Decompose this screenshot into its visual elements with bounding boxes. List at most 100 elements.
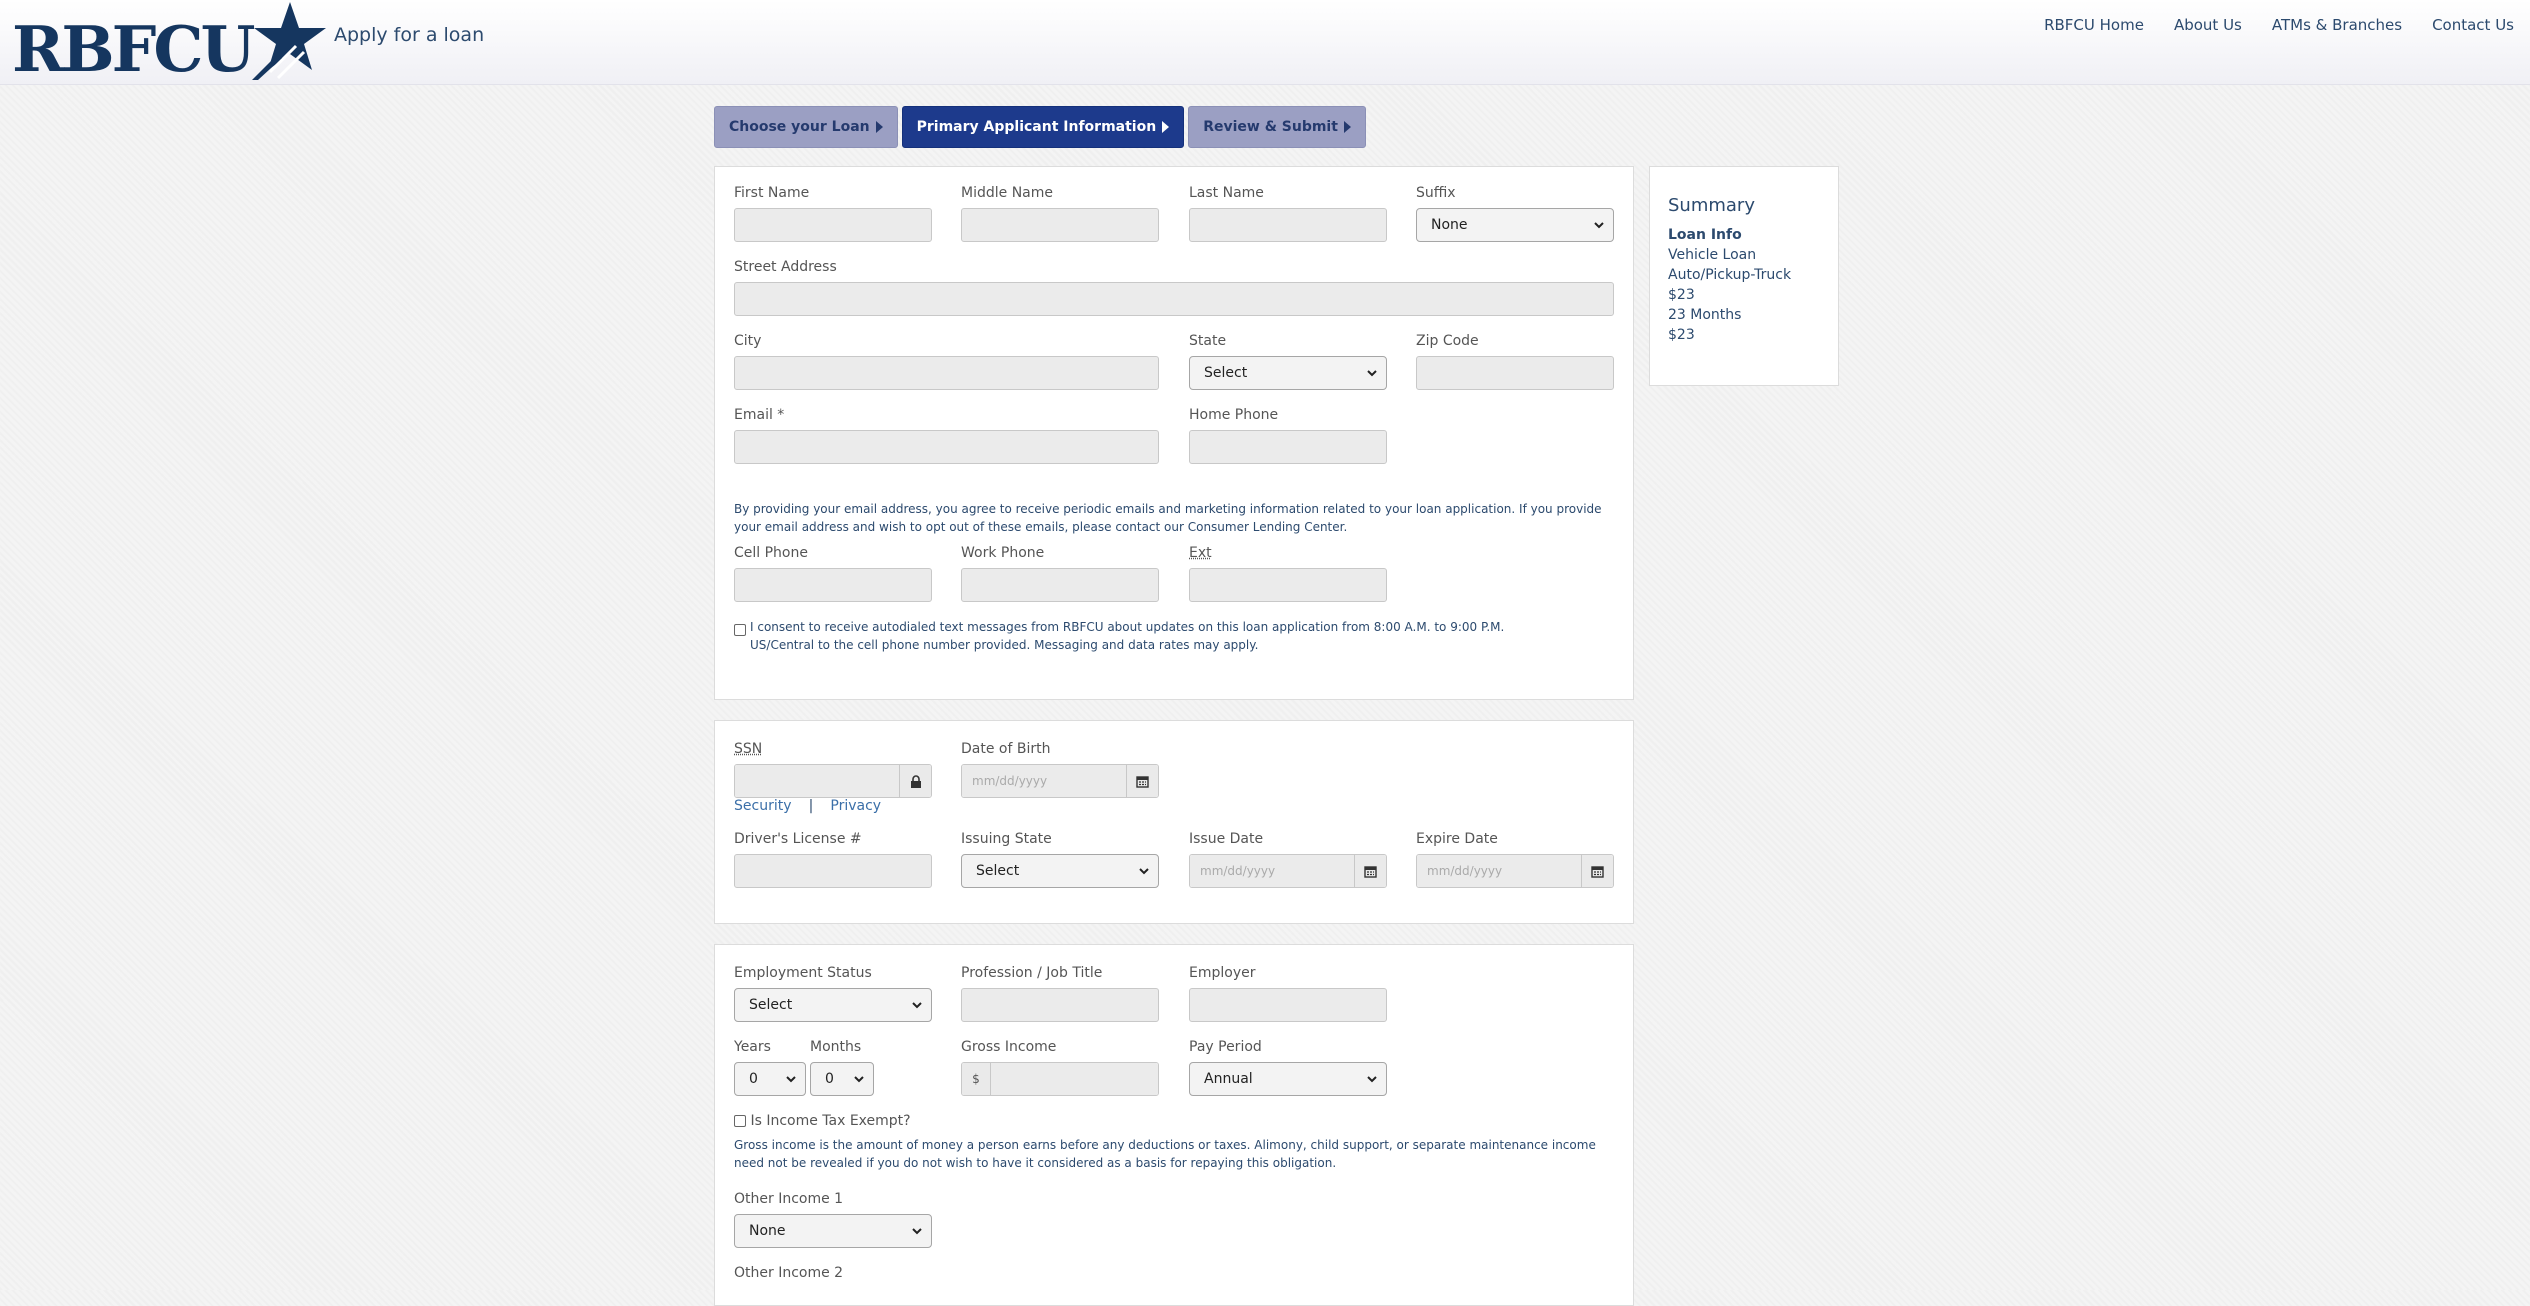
site-header: RBFCU Apply for a loan RBFCU Home About … bbox=[0, 0, 2530, 85]
expire-date-input[interactable]: mm/dd/yyyy bbox=[1417, 855, 1581, 887]
ext-input[interactable] bbox=[1189, 568, 1387, 602]
cell-phone-field: Cell Phone bbox=[734, 545, 932, 602]
street-address-field: Street Address bbox=[734, 259, 1614, 316]
other-income-1-select[interactable]: None bbox=[734, 1214, 932, 1248]
email-input[interactable] bbox=[734, 430, 1159, 464]
step-label: Primary Applicant Information bbox=[916, 119, 1157, 135]
pay-period-value: Annual bbox=[1204, 1071, 1253, 1087]
date-of-birth-input[interactable]: mm/dd/yyyy bbox=[962, 765, 1126, 797]
drivers-license-input[interactable] bbox=[734, 854, 932, 888]
step-primary-applicant[interactable]: Primary Applicant Information bbox=[901, 106, 1185, 148]
state-label: State bbox=[1189, 333, 1227, 349]
first-name-input[interactable] bbox=[734, 208, 932, 242]
privacy-link[interactable]: Privacy bbox=[830, 798, 881, 814]
pay-period-field: Pay Period Annual bbox=[1189, 1039, 1387, 1096]
employment-status-value: Select bbox=[749, 997, 793, 1013]
security-link[interactable]: Security bbox=[734, 798, 792, 814]
middle-name-label: Middle Name bbox=[961, 185, 1053, 201]
caret-right-icon bbox=[875, 121, 883, 133]
ssn-input[interactable] bbox=[735, 765, 899, 797]
street-address-input[interactable] bbox=[734, 282, 1614, 316]
security-privacy-links: Security | Privacy bbox=[734, 795, 881, 814]
nav-contact-us[interactable]: Contact Us bbox=[2432, 16, 2514, 34]
caret-right-icon bbox=[1162, 121, 1170, 133]
ssn-field: SSN bbox=[734, 741, 932, 798]
profession-label: Profession / Job Title bbox=[961, 965, 1103, 981]
zip-code-input[interactable] bbox=[1416, 356, 1614, 390]
street-address-label: Street Address bbox=[734, 259, 837, 275]
cell-phone-label: Cell Phone bbox=[734, 545, 808, 561]
chevron-down-icon bbox=[854, 1076, 864, 1083]
home-phone-input[interactable] bbox=[1189, 430, 1387, 464]
first-name-field: First Name bbox=[734, 185, 932, 242]
last-name-label: Last Name bbox=[1189, 185, 1264, 201]
tax-exempt-checkbox[interactable] bbox=[734, 1115, 746, 1127]
suffix-select[interactable]: None bbox=[1416, 208, 1614, 242]
logo-wordmark: RBFCU bbox=[12, 12, 255, 86]
years-select[interactable]: 0 bbox=[734, 1062, 806, 1096]
profession-input[interactable] bbox=[961, 988, 1159, 1022]
ssn-input-group[interactable] bbox=[734, 764, 932, 798]
page-title: Apply for a loan bbox=[334, 24, 485, 46]
employer-input[interactable] bbox=[1189, 988, 1387, 1022]
issuing-state-value: Select bbox=[976, 863, 1020, 879]
nav-about-us[interactable]: About Us bbox=[2174, 16, 2242, 34]
state-field: State Select bbox=[1189, 333, 1387, 390]
date-of-birth-input-group[interactable]: mm/dd/yyyy bbox=[961, 764, 1159, 798]
step-choose-loan[interactable]: Choose your Loan bbox=[714, 106, 898, 148]
calendar-icon[interactable] bbox=[1126, 765, 1158, 797]
expire-date-input-group[interactable]: mm/dd/yyyy bbox=[1416, 854, 1614, 888]
calendar-icon[interactable] bbox=[1581, 855, 1613, 887]
summary-panel: Summary Loan Info Vehicle Loan Auto/Pick… bbox=[1649, 166, 1839, 386]
issuing-state-field: Issuing State Select bbox=[961, 831, 1159, 888]
issue-date-input-group[interactable]: mm/dd/yyyy bbox=[1189, 854, 1387, 888]
step-label: Review & Submit bbox=[1203, 119, 1338, 135]
nav-atms-branches[interactable]: ATMs & Branches bbox=[2272, 16, 2402, 34]
issue-date-input[interactable]: mm/dd/yyyy bbox=[1190, 855, 1354, 887]
chevron-down-icon bbox=[1367, 370, 1377, 377]
cell-phone-input[interactable] bbox=[734, 568, 932, 602]
home-phone-label: Home Phone bbox=[1189, 407, 1279, 423]
other-income-2-label: Other Income 2 bbox=[734, 1265, 844, 1281]
step-review-submit[interactable]: Review & Submit bbox=[1188, 106, 1366, 148]
ext-field: Ext bbox=[1189, 545, 1387, 602]
employment-card: Employment Status Select Profession / Jo… bbox=[714, 944, 1634, 1306]
work-phone-field: Work Phone bbox=[961, 545, 1159, 602]
summary-vehicle-type: Auto/Pickup-Truck bbox=[1668, 267, 1792, 283]
gross-income-input[interactable] bbox=[991, 1063, 1158, 1095]
nav-rbfcu-home[interactable]: RBFCU Home bbox=[2044, 16, 2144, 34]
middle-name-input[interactable] bbox=[961, 208, 1159, 242]
sms-consent-checkbox[interactable] bbox=[734, 624, 746, 636]
work-phone-input[interactable] bbox=[961, 568, 1159, 602]
drivers-license-label: Driver's License # bbox=[734, 831, 862, 847]
city-input[interactable] bbox=[734, 356, 1159, 390]
suffix-field: Suffix None bbox=[1416, 185, 1614, 242]
calendar-icon[interactable] bbox=[1354, 855, 1386, 887]
last-name-input[interactable] bbox=[1189, 208, 1387, 242]
other-income-2-field: Other Income 2 bbox=[734, 1265, 843, 1288]
expire-date-label: Expire Date bbox=[1416, 831, 1498, 847]
state-select[interactable]: Select bbox=[1189, 356, 1387, 390]
first-name-label: First Name bbox=[734, 185, 810, 201]
issuing-state-label: Issuing State bbox=[961, 831, 1052, 847]
chevron-down-icon bbox=[786, 1076, 796, 1083]
suffix-label: Suffix bbox=[1416, 185, 1456, 201]
employer-field: Employer bbox=[1189, 965, 1387, 1022]
rbfcu-logo[interactable]: RBFCU bbox=[12, 0, 326, 86]
issue-date-field: Issue Date mm/dd/yyyy bbox=[1189, 831, 1387, 888]
summary-title: Summary bbox=[1668, 195, 1755, 216]
gross-income-input-group[interactable]: $ bbox=[961, 1062, 1159, 1096]
chevron-down-icon bbox=[912, 1228, 922, 1235]
email-label: Email * bbox=[734, 407, 785, 423]
employer-label: Employer bbox=[1189, 965, 1256, 981]
other-income-1-value: None bbox=[749, 1223, 786, 1239]
months-select[interactable]: 0 bbox=[810, 1062, 874, 1096]
gross-income-field: Gross Income $ bbox=[961, 1039, 1159, 1096]
issuing-state-select[interactable]: Select bbox=[961, 854, 1159, 888]
tax-exempt-label: Is Income Tax Exempt? bbox=[750, 1113, 911, 1129]
step-tabs: Choose your Loan Primary Applicant Infor… bbox=[714, 106, 1366, 148]
step-label: Choose your Loan bbox=[729, 119, 870, 135]
employment-status-select[interactable]: Select bbox=[734, 988, 932, 1022]
pay-period-select[interactable]: Annual bbox=[1189, 1062, 1387, 1096]
issue-date-label: Issue Date bbox=[1189, 831, 1264, 847]
